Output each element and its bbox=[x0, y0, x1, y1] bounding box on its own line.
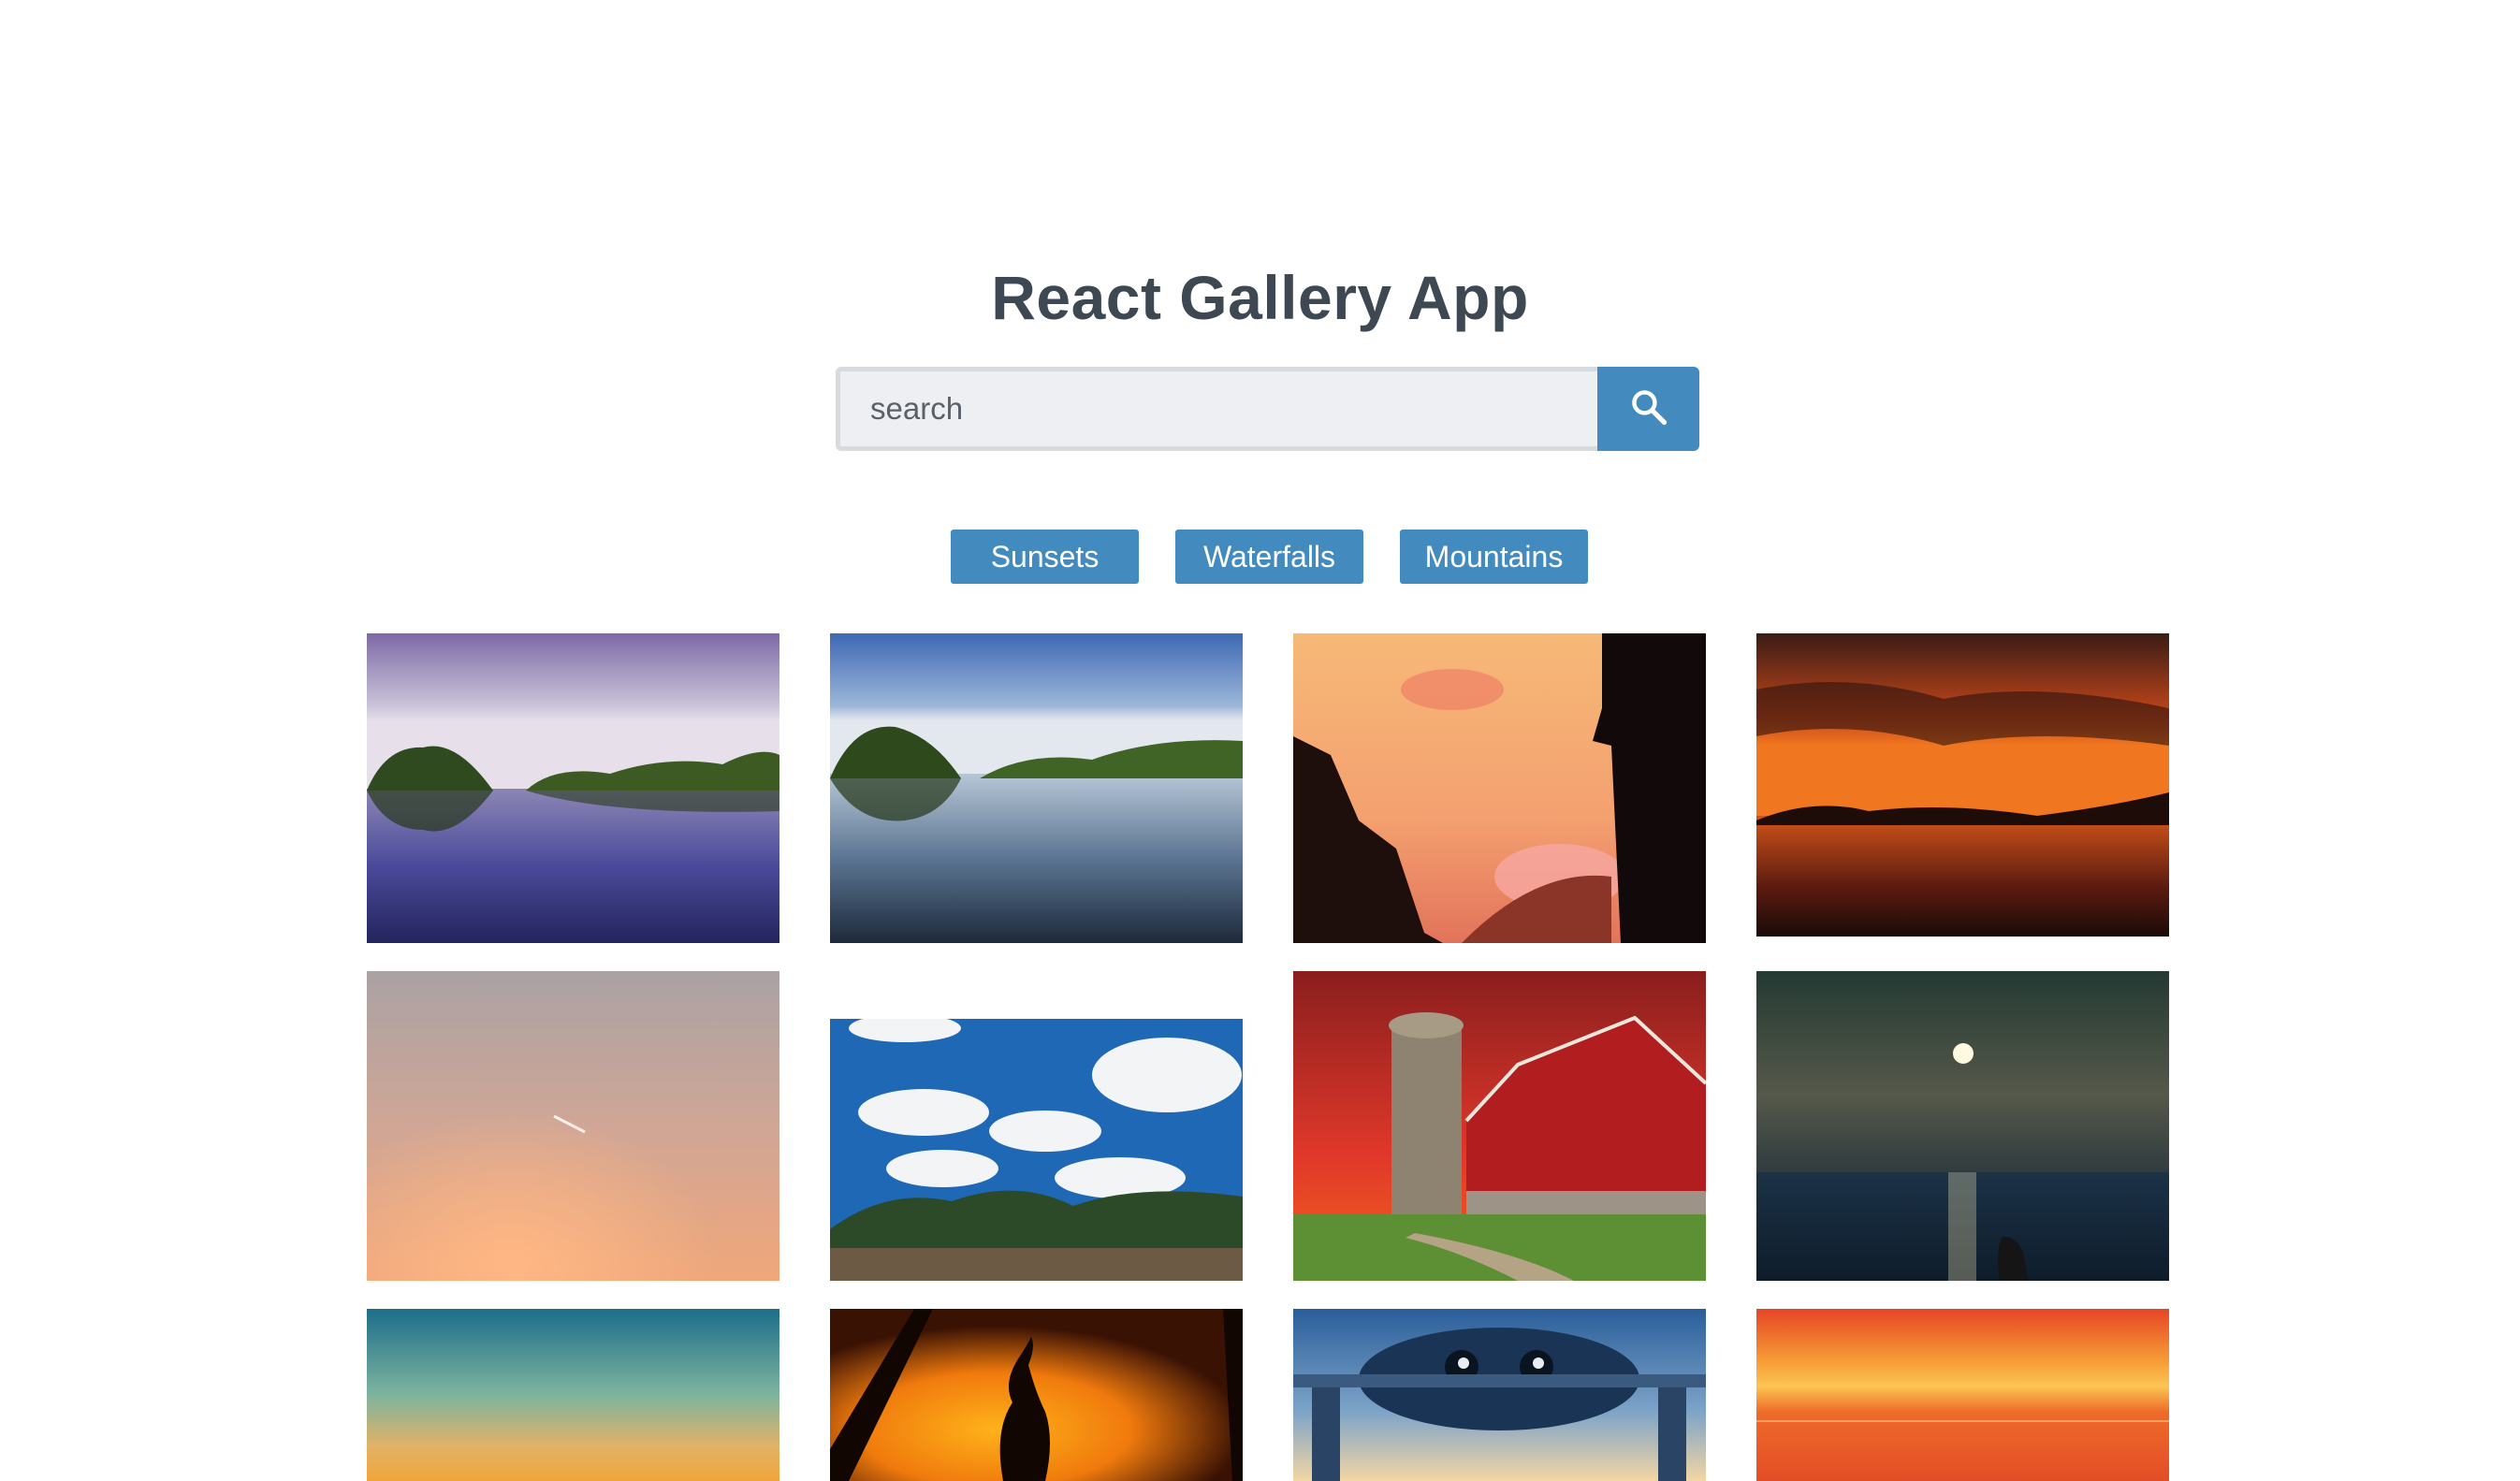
nav-mountains-button[interactable]: Mountains bbox=[1400, 530, 1588, 584]
search-icon bbox=[1628, 386, 1669, 432]
gallery-photo[interactable] bbox=[367, 971, 779, 1281]
search-button[interactable] bbox=[1597, 367, 1699, 451]
gallery-photo[interactable] bbox=[367, 633, 779, 943]
gallery-photo[interactable] bbox=[1293, 1309, 1706, 1481]
search-input[interactable] bbox=[836, 367, 1599, 451]
gallery-photo[interactable] bbox=[1756, 1309, 2169, 1481]
gallery-photo[interactable] bbox=[367, 1309, 779, 1481]
page-title: React Gallery App bbox=[991, 263, 1529, 333]
gallery-photo[interactable] bbox=[830, 1309, 1243, 1481]
gallery-photo[interactable] bbox=[830, 633, 1243, 943]
gallery-photo[interactable] bbox=[830, 1019, 1243, 1281]
gallery-photo[interactable] bbox=[1756, 633, 2169, 937]
gallery-photo[interactable] bbox=[1293, 971, 1706, 1281]
nav-waterfalls-button[interactable]: Waterfalls bbox=[1175, 530, 1363, 584]
search-form bbox=[836, 367, 1699, 451]
gallery-photo[interactable] bbox=[1293, 633, 1706, 943]
nav-sunsets-button[interactable]: Sunsets bbox=[951, 530, 1139, 584]
gallery-photo[interactable] bbox=[1756, 971, 2169, 1281]
